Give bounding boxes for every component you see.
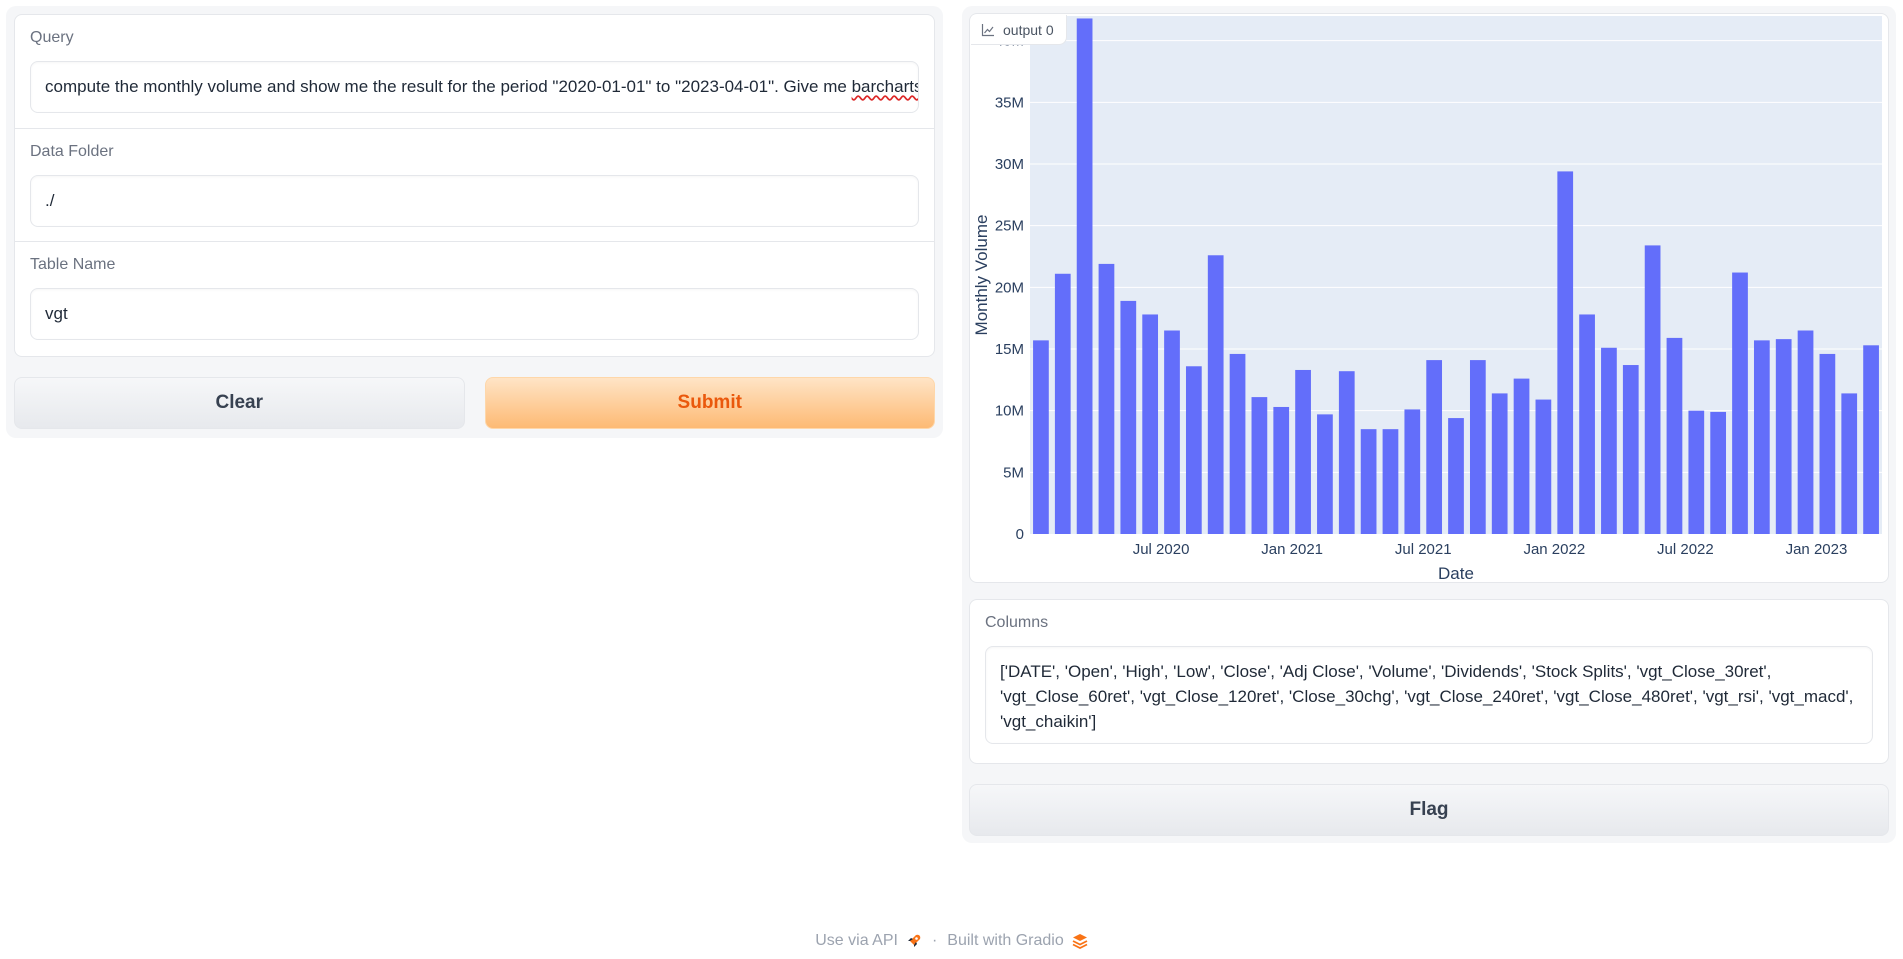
- data-folder-field: Data Folder ./: [15, 129, 934, 242]
- bar-2020-04: [1098, 263, 1115, 534]
- bar-2023-03: [1863, 345, 1879, 534]
- bar-2022-09: [1732, 272, 1748, 534]
- bar-2021-12: [1535, 399, 1552, 534]
- query-input[interactable]: compute the monthly volume and show me t…: [30, 61, 919, 113]
- bar-2022-10: [1753, 340, 1770, 534]
- bar-2021-08: [1448, 418, 1464, 534]
- bar-2020-09: [1207, 255, 1224, 534]
- bar-2022-02: [1579, 314, 1595, 534]
- bar-2022-03: [1601, 347, 1617, 534]
- bar-2020-02: [1054, 273, 1071, 534]
- x-axis-title: Date: [1438, 564, 1474, 582]
- plot-tag-label: output 0: [1003, 21, 1054, 38]
- footer-separator: ·: [931, 932, 938, 949]
- query-text: compute the monthly volume and show me t…: [45, 77, 852, 96]
- bar-2022-06: [1666, 337, 1683, 534]
- output-panel: output 0 05M10M15M20M25M30M35M40MJul 202…: [962, 6, 1896, 843]
- rocket-icon: [907, 934, 921, 947]
- bar-2021-03: [1338, 371, 1355, 534]
- plot-output: output 0 05M10M15M20M25M30M35M40MJul 202…: [969, 13, 1889, 583]
- bar-2022-12: [1797, 330, 1814, 534]
- bar-2020-10: [1229, 353, 1246, 534]
- bar-2020-08: [1185, 366, 1202, 534]
- data-folder-input[interactable]: ./: [30, 174, 919, 227]
- bar-2023-02: [1841, 393, 1858, 534]
- built-with-gradio-link[interactable]: Built with Gradio: [947, 932, 1088, 950]
- bar-2021-04: [1360, 429, 1377, 534]
- chart-icon: [981, 23, 994, 36]
- bar-2020-07: [1164, 330, 1180, 534]
- bar-2022-01: [1557, 171, 1574, 534]
- submit-button[interactable]: Submit: [484, 376, 935, 429]
- bar-2021-02: [1317, 414, 1333, 534]
- y-tick-label: 25M: [995, 218, 1024, 235]
- footer: Use via API · Built with Gradio: [0, 932, 1903, 950]
- columns-output: Columns ['DATE', 'Open', 'High', 'Low', …: [969, 599, 1889, 764]
- bar-2020-01: [1033, 340, 1049, 534]
- bar-2021-10: [1491, 393, 1508, 534]
- gradio-logo-icon: [1072, 934, 1088, 949]
- y-tick-label: 20M: [995, 279, 1024, 296]
- volume-bar-chart: 05M10M15M20M25M30M35M40MJul 2020Jan 2021…: [972, 16, 1882, 582]
- query-field: Query compute the monthly volume and sho…: [15, 15, 934, 129]
- y-tick-label: 5M: [1003, 464, 1024, 481]
- x-tick-label: Jan 2021: [1261, 541, 1323, 558]
- action-buttons: Clear Submit: [14, 376, 935, 429]
- bar-2021-06: [1404, 409, 1421, 534]
- y-tick-label: 0: [1016, 526, 1024, 543]
- bar-2020-03: [1076, 18, 1093, 534]
- x-tick-label: Jul 2022: [1657, 541, 1714, 558]
- use-via-api-link[interactable]: Use via API: [815, 932, 922, 950]
- y-tick-label: 10M: [995, 403, 1024, 420]
- flag-button[interactable]: Flag: [969, 784, 1889, 836]
- bar-2020-05: [1120, 300, 1137, 534]
- plot-tag: output 0: [971, 15, 1067, 45]
- query-label: Query: [30, 29, 74, 46]
- bar-2021-01: [1295, 369, 1311, 534]
- bar-2021-09: [1469, 360, 1486, 534]
- bar-2022-07: [1688, 410, 1705, 534]
- data-folder-label: Data Folder: [30, 142, 114, 160]
- y-tick-label: 30M: [995, 156, 1024, 173]
- clear-button[interactable]: Clear: [14, 376, 465, 429]
- columns-textarea[interactable]: ['DATE', 'Open', 'High', 'Low', 'Close',…: [985, 646, 1873, 744]
- bar-2021-05: [1382, 429, 1399, 534]
- bar-2020-06: [1142, 314, 1159, 534]
- bar-2020-12: [1273, 406, 1290, 534]
- bar-2023-01: [1819, 353, 1836, 534]
- y-axis-title: Monthly Volume: [972, 215, 991, 336]
- built-with-gradio-label: Built with Gradio: [947, 932, 1064, 949]
- input-fields-group: Query compute the monthly volume and sho…: [14, 14, 935, 357]
- query-misspelled-word: barcharts: [851, 77, 919, 96]
- table-name-field: Table Name vgt: [15, 242, 934, 356]
- bar-2022-08: [1710, 411, 1727, 534]
- use-via-api-label: Use via API: [815, 932, 898, 949]
- bar-2020-11: [1251, 397, 1268, 534]
- y-tick-label: 15M: [995, 341, 1024, 358]
- bar-2022-11: [1775, 339, 1792, 534]
- bar-2021-11: [1513, 378, 1530, 534]
- y-tick-label: 35M: [995, 94, 1024, 111]
- bar-2021-07: [1426, 360, 1443, 534]
- x-tick-label: Jul 2020: [1133, 541, 1190, 558]
- columns-label: Columns: [985, 614, 1049, 631]
- input-panel: Query compute the monthly volume and sho…: [6, 6, 943, 438]
- x-tick-label: Jan 2023: [1786, 541, 1848, 558]
- x-tick-label: Jan 2022: [1523, 541, 1585, 558]
- x-tick-label: Jul 2021: [1395, 541, 1452, 558]
- bar-2022-04: [1622, 365, 1639, 534]
- bar-2022-05: [1644, 245, 1661, 534]
- table-name-label: Table Name: [30, 256, 116, 273]
- table-name-input[interactable]: vgt: [30, 288, 919, 340]
